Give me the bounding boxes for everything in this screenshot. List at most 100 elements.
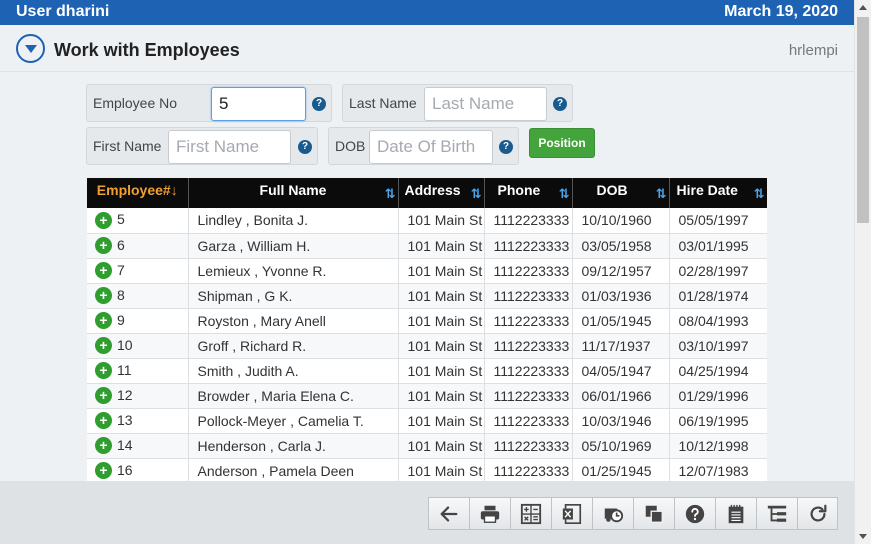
column-header-address[interactable]: Address ⇅ bbox=[398, 178, 485, 208]
table-row[interactable]: +13 Pollock-Meyer , Camelia T. 101 Main St… bbox=[87, 408, 767, 434]
position-button[interactable]: Position bbox=[529, 128, 595, 158]
table-row[interactable]: +6 Garza , William H. 101 Main St 111222333… bbox=[87, 233, 767, 259]
table-row[interactable]: +11 Smith , Judith A. 101 Main St 111222333… bbox=[87, 358, 767, 384]
cell-text: Anderson , Pamela Deen bbox=[197, 462, 354, 479]
address-cell: 101 Main St bbox=[398, 283, 485, 309]
refresh-button[interactable] bbox=[797, 497, 838, 530]
table-row[interactable]: +5 Lindley , Bonita J. 101 Main St 11122233… bbox=[87, 208, 767, 234]
expand-row-icon[interactable]: + bbox=[95, 362, 112, 380]
last-name-group: Last Name ? bbox=[342, 84, 573, 122]
column-header-hire-date[interactable]: Hire Date ⇅ bbox=[669, 178, 767, 208]
cell-text: 10/03/1946 bbox=[581, 412, 652, 429]
vertical-scrollbar[interactable] bbox=[854, 0, 871, 544]
column-header-full-name[interactable]: Full Name ⇅ bbox=[188, 178, 399, 208]
scroll-up-icon[interactable] bbox=[859, 5, 867, 10]
hierarchy-button[interactable] bbox=[756, 497, 797, 530]
employee-no-input[interactable] bbox=[211, 87, 306, 121]
expand-row-icon[interactable]: + bbox=[95, 287, 112, 305]
table-row[interactable]: +16 Anderson , Pamela Deen 101 Main St 1112… bbox=[87, 458, 767, 482]
dob-input[interactable] bbox=[369, 130, 493, 164]
print-button[interactable] bbox=[469, 497, 510, 530]
cell-text: 03/05/1958 bbox=[581, 237, 652, 254]
excel-button[interactable] bbox=[551, 497, 592, 530]
hire-date-cell: 03/01/1995 bbox=[669, 233, 767, 259]
cell-text: 05/05/1997 bbox=[678, 212, 749, 229]
employee-no-cell: +5 bbox=[87, 208, 189, 234]
help-button[interactable] bbox=[674, 497, 715, 530]
employee-no-cell: +6 bbox=[87, 233, 189, 259]
cell-text: 16 bbox=[117, 461, 133, 478]
phone-cell: 1112223333 bbox=[484, 408, 573, 434]
address-cell: 101 Main St bbox=[398, 433, 485, 459]
cell-text: 1112223333 bbox=[493, 287, 570, 304]
calculator-button[interactable] bbox=[510, 497, 551, 530]
column-header-employee-no[interactable]: Employee#↓ bbox=[87, 178, 189, 208]
table-row[interactable]: +14 Henderson , Carla J. 101 Main St 111222… bbox=[87, 433, 767, 459]
notepad-button[interactable] bbox=[715, 497, 756, 530]
back-button[interactable] bbox=[428, 497, 469, 530]
employee-no-help-icon[interactable]: ? bbox=[312, 97, 326, 111]
expand-row-icon[interactable]: + bbox=[95, 387, 112, 405]
employee-no-cell: +7 bbox=[87, 258, 189, 284]
cell-text: 12 bbox=[117, 386, 133, 403]
expand-row-icon[interactable]: + bbox=[95, 237, 112, 255]
scroll-down-icon[interactable] bbox=[859, 534, 867, 539]
first-name-input[interactable] bbox=[168, 130, 291, 164]
expand-row-icon[interactable]: + bbox=[95, 437, 112, 455]
scroll-thumb[interactable] bbox=[857, 17, 869, 223]
cell-text: Garza , William H. bbox=[197, 237, 311, 254]
expand-row-icon[interactable]: + bbox=[95, 462, 112, 480]
cell-text: 7 bbox=[117, 261, 125, 278]
sort-icon: ⇅ bbox=[558, 186, 570, 201]
table-row[interactable]: +9 Royston , Mary Anell 101 Main St 1112223… bbox=[87, 308, 767, 334]
phone-cell: 1112223333 bbox=[484, 283, 573, 309]
hire-date-cell: 01/28/1974 bbox=[669, 283, 767, 309]
copy-button[interactable] bbox=[633, 497, 674, 530]
last-name-help-icon[interactable]: ? bbox=[553, 97, 567, 111]
table-row[interactable]: +10 Groff , Richard R. 101 Main St 11122233… bbox=[87, 333, 767, 359]
phone-cell: 1112223333 bbox=[484, 208, 573, 234]
column-header-phone[interactable]: Phone ⇅ bbox=[484, 178, 573, 208]
cell-text: 1112223333 bbox=[493, 387, 570, 404]
cell-text: 101 Main St bbox=[407, 312, 483, 329]
table-row[interactable]: +12 Browder , Maria Elena C. 101 Main St 11… bbox=[87, 383, 767, 409]
menu-dropdown-icon[interactable] bbox=[16, 34, 45, 63]
phone-cell: 1112223333 bbox=[484, 383, 573, 409]
expand-row-icon[interactable]: + bbox=[95, 337, 112, 355]
cell-text: Smith , Judith A. bbox=[197, 362, 299, 379]
phone-cell: 1112223333 bbox=[484, 233, 573, 259]
dob-cell: 09/12/1957 bbox=[572, 258, 670, 284]
dob-cell: 03/05/1958 bbox=[572, 233, 670, 259]
grid-header-row: Employee#↓ Full Name ⇅ Address ⇅ Phone ⇅ DO… bbox=[87, 178, 767, 208]
first-name-group: First Name ? bbox=[86, 127, 318, 165]
phone-cell: 1112223333 bbox=[484, 458, 573, 482]
full-name-cell: Pollock-Meyer , Camelia T. bbox=[188, 408, 399, 434]
cell-text: Browder , Maria Elena C. bbox=[197, 387, 354, 404]
cell-text: 01/28/1974 bbox=[678, 287, 749, 304]
employee-no-cell: +16 bbox=[87, 458, 189, 482]
column-header-dob[interactable]: DOB ⇅ bbox=[572, 178, 670, 208]
cell-text: Shipman , G K. bbox=[197, 287, 293, 304]
cell-text: 101 Main St bbox=[407, 337, 483, 354]
schedule-button[interactable] bbox=[592, 497, 633, 530]
cell-text: 1112223333 bbox=[493, 237, 570, 254]
cell-text: 1112223333 bbox=[493, 312, 570, 329]
first-name-help-icon[interactable]: ? bbox=[298, 140, 312, 154]
table-row[interactable]: +7 Lemieux , Yvonne R. 101 Main St 11122233… bbox=[87, 258, 767, 284]
sort-desc-icon: ↓ bbox=[170, 182, 178, 198]
dob-help-icon[interactable]: ? bbox=[499, 140, 513, 154]
hire-date-cell: 04/25/1994 bbox=[669, 358, 767, 384]
expand-row-icon[interactable]: + bbox=[95, 312, 112, 330]
expand-row-icon[interactable]: + bbox=[95, 412, 112, 430]
employee-no-cell: +8 bbox=[87, 283, 189, 309]
last-name-input[interactable] bbox=[424, 87, 547, 121]
employee-no-label: Employee No bbox=[93, 95, 178, 111]
sort-icon: ⇅ bbox=[753, 186, 765, 201]
help-icon bbox=[685, 504, 705, 523]
expand-row-icon[interactable]: + bbox=[95, 212, 112, 230]
expand-row-icon[interactable]: + bbox=[95, 262, 112, 280]
table-row[interactable]: +8 Shipman , G K. 101 Main St 1112223333 01/… bbox=[87, 283, 767, 309]
copy-icon bbox=[645, 505, 663, 523]
sort-icon: ⇅ bbox=[655, 186, 667, 201]
cell-text: 101 Main St bbox=[407, 212, 483, 229]
